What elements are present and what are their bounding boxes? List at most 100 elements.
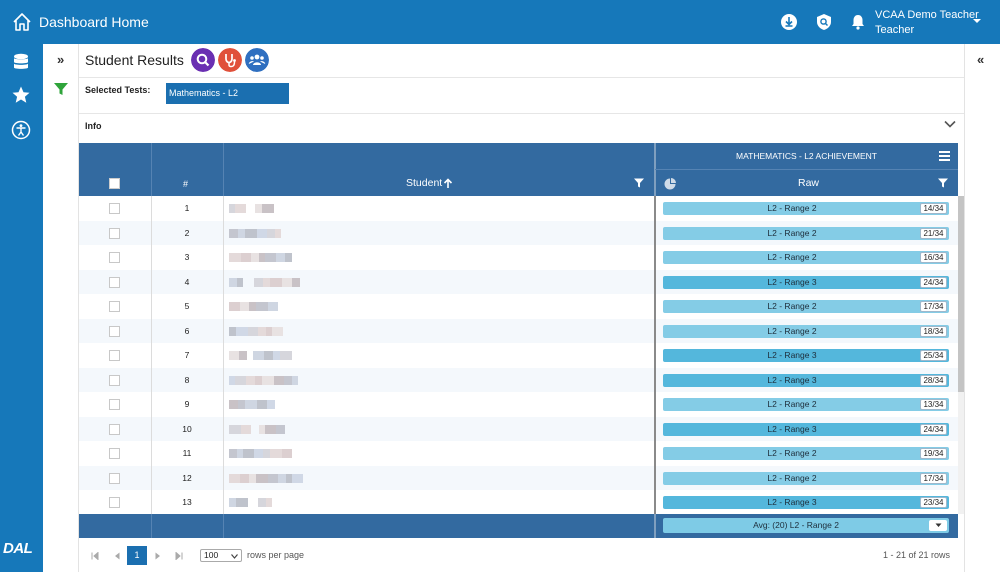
student-name-redacted[interactable] [229, 498, 272, 507]
row-checkbox[interactable] [109, 374, 120, 386]
column-header-student[interactable]: Student [406, 177, 442, 189]
bell-icon[interactable] [849, 13, 867, 31]
range-label: L2 - Range 3 [767, 276, 817, 287]
last-page-icon[interactable] [175, 552, 183, 560]
table-row[interactable]: 11 L2 - Range 2 19/34 [79, 441, 958, 466]
row-checkbox[interactable] [109, 350, 120, 361]
raw-score-bar[interactable]: L2 - Range 2 13/34 [663, 398, 949, 411]
redaction-block [240, 473, 249, 483]
raw-score-bar[interactable]: L2 - Range 3 23/34 [663, 496, 949, 509]
raw-score-bar[interactable]: L2 - Range 2 17/34 [663, 300, 949, 313]
raw-score-bar[interactable]: L2 - Range 2 16/34 [663, 251, 949, 264]
stethoscope-icon[interactable] [218, 48, 242, 72]
redaction-block [292, 277, 300, 287]
raw-score-bar[interactable]: L2 - Range 3 28/34 [663, 373, 949, 387]
student-name-redacted[interactable] [229, 351, 292, 360]
raw-score-bar[interactable]: L2 - Range 3 24/34 [663, 422, 949, 436]
row-checkbox[interactable] [109, 472, 120, 484]
row-checkbox[interactable] [109, 325, 120, 337]
next-page-icon[interactable] [155, 552, 161, 560]
table-row[interactable]: 3 L2 - Range 2 16/34 [79, 245, 958, 270]
expand-button[interactable]: » [57, 52, 64, 67]
raw-score-bar[interactable]: L2 - Range 2 21/34 [663, 226, 949, 240]
star-icon[interactable] [11, 85, 31, 105]
app-title[interactable]: Dashboard Home [39, 14, 149, 30]
database-icon[interactable] [11, 52, 31, 72]
info-section-label[interactable]: Info [85, 121, 102, 131]
first-page-icon[interactable] [91, 552, 99, 560]
search-icon[interactable] [191, 48, 215, 72]
student-name-redacted[interactable] [229, 449, 292, 458]
student-name-redacted[interactable] [229, 424, 285, 434]
redaction-block [245, 228, 257, 238]
raw-score-bar[interactable]: L2 - Range 2 17/34 [663, 471, 949, 485]
filter-icon[interactable] [938, 178, 948, 188]
table-row[interactable]: 9 L2 - Range 2 13/34 [79, 392, 958, 417]
student-name-redacted[interactable] [229, 473, 303, 483]
row-checkbox[interactable] [109, 448, 120, 459]
home-icon[interactable] [12, 12, 32, 32]
filter-icon[interactable] [53, 81, 69, 97]
sort-ascending-icon[interactable] [443, 178, 453, 189]
table-row[interactable]: 13 L2 - Range 3 23/34 [79, 490, 958, 514]
column-header-raw[interactable]: Raw [798, 177, 819, 189]
student-name-redacted[interactable] [229, 228, 281, 238]
table-row[interactable]: 6 L2 - Range 2 18/34 [79, 318, 958, 343]
menu-icon[interactable] [939, 151, 950, 161]
student-name-redacted[interactable] [229, 277, 300, 287]
redaction-block [263, 277, 270, 287]
table-row[interactable]: 10 L2 - Range 3 24/34 [79, 416, 958, 441]
current-page-button[interactable]: 1 [127, 546, 147, 565]
table-row[interactable]: 12 L2 - Range 2 17/34 [79, 465, 958, 490]
shield-search-icon[interactable] [815, 13, 833, 31]
redaction-block [262, 375, 274, 385]
raw-score-bar[interactable]: L2 - Range 2 18/34 [663, 324, 949, 338]
selected-test-chip[interactable]: Mathematics - L2 Achievement [166, 83, 289, 119]
row-checkbox[interactable] [109, 252, 120, 263]
raw-score-badge: 24/34 [920, 423, 947, 435]
row-checkbox[interactable] [109, 227, 120, 239]
table-row[interactable]: 5 L2 - Range 2 17/34 [79, 294, 958, 319]
table-body: 13 L2 - Range 3 23/34 12 L2 - Range 2 17/34 11… [79, 196, 958, 514]
pie-chart-icon[interactable] [664, 178, 676, 190]
redaction-block [229, 473, 240, 483]
average-dropdown[interactable] [929, 520, 947, 531]
column-header-number[interactable]: # [183, 179, 188, 189]
user-name[interactable]: VCAA Demo Teacher [875, 8, 979, 23]
row-checkbox[interactable] [109, 423, 120, 435]
table-row[interactable]: 7 L2 - Range 3 25/34 [79, 343, 958, 368]
group-icon[interactable] [245, 48, 269, 72]
row-checkbox[interactable] [109, 203, 120, 214]
row-checkbox[interactable] [109, 497, 120, 508]
student-name-redacted[interactable] [229, 326, 283, 336]
scrollbar-thumb[interactable] [958, 196, 964, 392]
student-name-redacted[interactable] [229, 302, 278, 311]
row-checkbox[interactable] [109, 276, 120, 288]
table-row[interactable]: 8 L2 - Range 3 28/34 [79, 367, 958, 392]
raw-score-bar[interactable]: L2 - Range 2 14/34 [663, 202, 949, 215]
download-icon[interactable] [780, 13, 798, 31]
previous-page-icon[interactable] [114, 552, 120, 560]
student-name-redacted[interactable] [229, 204, 274, 213]
divider [79, 77, 964, 78]
collapse-button[interactable]: « [977, 52, 984, 67]
select-all-checkbox[interactable] [109, 178, 120, 189]
test-column-title: MATHEMATICS - L2 ACHIEVEMENT [736, 151, 877, 161]
row-checkbox[interactable] [109, 301, 120, 312]
student-name-redacted[interactable] [229, 375, 298, 385]
student-name-redacted[interactable] [229, 253, 292, 262]
table-row[interactable]: 2 L2 - Range 2 21/34 [79, 220, 958, 245]
raw-score-bar[interactable]: L2 - Range 2 19/34 [663, 447, 949, 460]
average-select[interactable]: Avg: (20) L2 - Range 2 [663, 518, 949, 533]
redaction-block [280, 351, 292, 360]
raw-score-bar[interactable]: L2 - Range 3 24/34 [663, 275, 949, 289]
student-name-redacted[interactable] [229, 400, 275, 409]
row-checkbox[interactable] [109, 399, 120, 410]
caret-down-icon[interactable] [972, 17, 982, 25]
table-row[interactable]: 4 L2 - Range 3 24/34 [79, 269, 958, 294]
chevron-down-icon[interactable] [944, 120, 956, 128]
filter-icon[interactable] [634, 178, 644, 188]
raw-score-bar[interactable]: L2 - Range 3 25/34 [663, 349, 949, 362]
table-row[interactable]: 1 L2 - Range 2 14/34 [79, 196, 958, 221]
accessibility-icon[interactable] [11, 120, 31, 140]
